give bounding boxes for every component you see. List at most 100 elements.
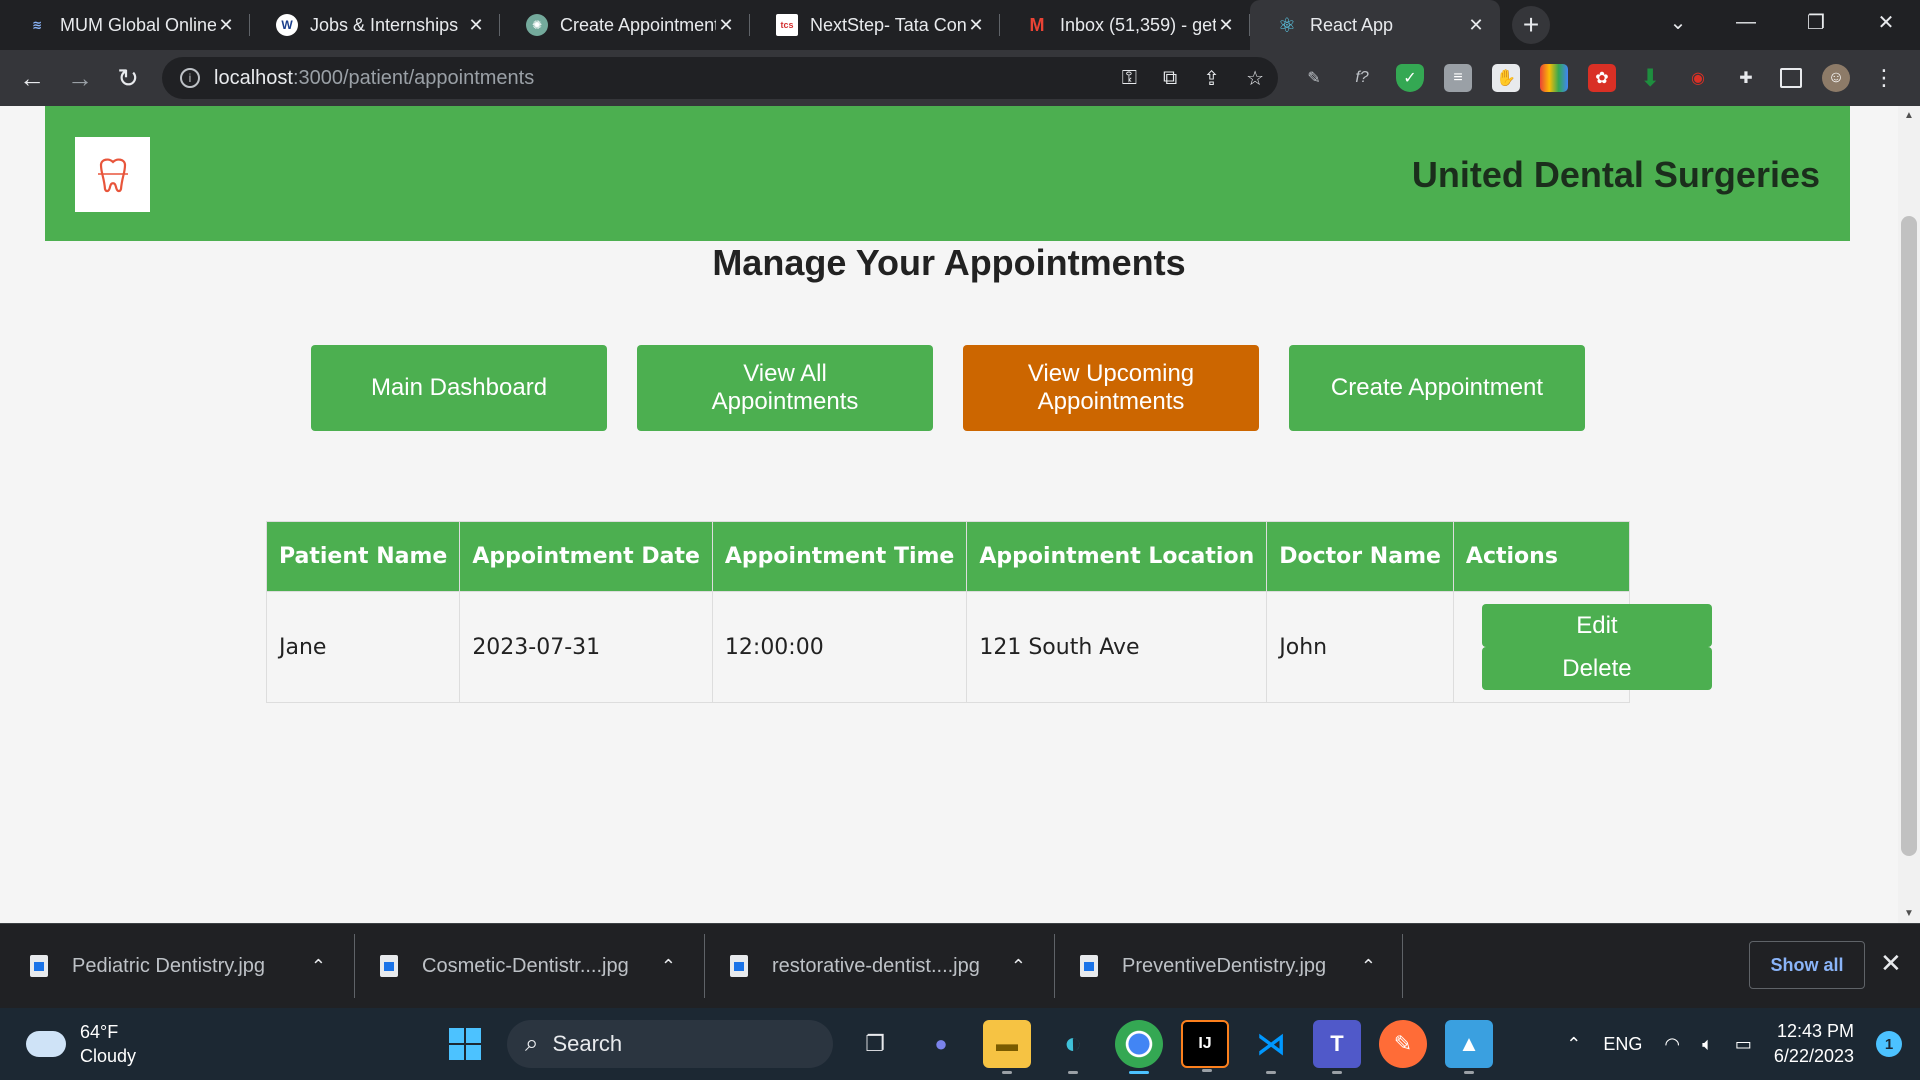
close-shelf-icon[interactable]: ✕	[1880, 948, 1902, 979]
photos-icon[interactable]: ▲	[1445, 1020, 1493, 1074]
address-bar[interactable]: i localhost:3000/patient/appointments ⚿ …	[162, 57, 1278, 99]
task-view-icon[interactable]: ❐	[851, 1020, 899, 1068]
download-item[interactable]: PreventiveDentistry.jpg ⌃	[1050, 932, 1400, 1000]
key-icon[interactable]: ⚿	[1122, 67, 1137, 90]
close-icon[interactable]: ✕	[966, 15, 986, 36]
column-header-appointment-time: Appointment Time	[711, 521, 968, 592]
download-extension-icon[interactable]: ⬇	[1636, 64, 1664, 92]
download-item[interactable]: Cosmetic-Dentistr....jpg ⌃	[350, 932, 700, 1000]
chrome-icon[interactable]	[1115, 1020, 1163, 1074]
share-icon[interactable]: ⇪	[1203, 66, 1220, 91]
edit-button[interactable]: Edit	[1481, 604, 1712, 647]
cell-patient-name: Jane	[265, 591, 461, 703]
side-panel-icon[interactable]	[1780, 68, 1802, 88]
puzzle-extensions-icon[interactable]: ✚	[1732, 64, 1760, 92]
scroll-up-arrow-icon[interactable]: ▲	[1898, 110, 1920, 121]
browser-tab-react-app[interactable]: ⚛ React App ✕	[1250, 0, 1500, 50]
intellij-icon[interactable]: IJ	[1181, 1020, 1229, 1072]
wifi-icon[interactable]: ◠	[1664, 1034, 1680, 1055]
open-external-icon[interactable]: ⧉	[1163, 67, 1177, 90]
notification-badge[interactable]: 1	[1876, 1031, 1902, 1057]
site-logo[interactable]	[75, 137, 150, 212]
tab-title: React App	[1310, 14, 1394, 35]
back-arrow-icon[interactable]: ←	[8, 54, 56, 102]
teams-icon[interactable]: T	[1313, 1020, 1361, 1074]
tab-search-chevron-icon[interactable]: ⌄	[1644, 0, 1712, 44]
scroll-down-arrow-icon[interactable]: ▼	[1898, 908, 1920, 919]
profile-avatar[interactable]: ☺	[1822, 64, 1850, 92]
color-grid-extension-icon[interactable]	[1540, 64, 1568, 92]
clock-date: 6/22/2023	[1773, 1046, 1854, 1066]
close-icon[interactable]: ✕	[716, 15, 736, 36]
download-filename: PreventiveDentistry.jpg	[1122, 954, 1327, 977]
chevron-up-icon[interactable]: ⌃	[311, 956, 326, 977]
scrollbar-thumb[interactable]	[1901, 216, 1917, 856]
minimize-icon[interactable]: —	[1712, 0, 1780, 44]
view-all-appointments-button[interactable]: View All Appointments	[637, 345, 933, 431]
close-icon[interactable]: ✕	[216, 15, 236, 36]
forward-arrow-icon[interactable]: →	[56, 54, 104, 102]
windows-start-icon[interactable]	[441, 1020, 489, 1068]
url-path: :3000/patient/appointments	[292, 66, 535, 89]
weather-widget[interactable]: 64°F Cloudy	[26, 1020, 136, 1068]
edge-icon[interactable]: ◐	[1049, 1020, 1097, 1074]
close-icon[interactable]: ✕	[1216, 15, 1236, 36]
reload-icon[interactable]: ↻	[104, 54, 152, 102]
record-extension-icon[interactable]: ◉	[1684, 64, 1712, 92]
browser-tab-nextstep[interactable]: tcs NextStep- Tata Con ✕	[750, 0, 1000, 50]
browser-tab-gmail[interactable]: M Inbox (51,359) - get ✕	[1000, 0, 1250, 50]
paw-extension-icon[interactable]: ✿	[1588, 64, 1616, 92]
site-name: United Dental Surgeries	[1411, 154, 1820, 195]
show-all-downloads-button[interactable]: Show all	[1749, 941, 1865, 989]
chevron-up-icon[interactable]: ⌃	[661, 956, 676, 977]
show-hidden-icons-chevron-icon[interactable]: ⌃	[1566, 1034, 1581, 1055]
page-title: Manage Your Appointments	[712, 242, 1186, 283]
tab-title: Jobs & Internships	[310, 14, 459, 35]
pen-extension-icon[interactable]: ✎	[1300, 64, 1328, 92]
restore-icon[interactable]: ❐	[1782, 0, 1850, 44]
weather-condition: Cloudy	[80, 1046, 137, 1066]
browser-tab-mum[interactable]: ≋ MUM Global Online ✕	[0, 0, 250, 50]
browser-tab-jobs[interactable]: W Jobs & Internships ✕	[250, 0, 500, 50]
formula-extension-icon[interactable]: f?	[1348, 64, 1376, 92]
taskbar-search[interactable]: ⌕ Search	[507, 1020, 833, 1068]
browser-tab-create-appointment[interactable]: ✺ Create Appointment ✕	[500, 0, 750, 50]
image-file-icon	[380, 955, 398, 977]
page-scrollbar[interactable]: ▲ ▼	[1898, 106, 1920, 923]
clock[interactable]: 12:43 PM 6/22/2023	[1774, 1019, 1854, 1069]
main-dashboard-button[interactable]: Main Dashboard	[311, 345, 607, 431]
chevron-up-icon[interactable]: ⌃	[1011, 956, 1026, 977]
taskbar-apps: ⌕ Search ❐ ● ▬ ◐ IJ ⋊ T ✎ ▲	[441, 1020, 1493, 1074]
shield-extension-icon[interactable]: ✓	[1396, 64, 1424, 92]
chevron-up-icon[interactable]: ⌃	[1361, 956, 1376, 977]
language-indicator[interactable]: ENG	[1603, 1034, 1642, 1055]
cell-doctor-name: John	[1266, 591, 1454, 703]
file-explorer-icon[interactable]: ▬	[983, 1020, 1031, 1074]
notes-extension-icon[interactable]: ≡	[1444, 64, 1472, 92]
create-appointment-button[interactable]: Create Appointment	[1289, 345, 1585, 431]
browser-toolbar: ← → ↻ i localhost:3000/patient/appointme…	[0, 50, 1920, 106]
volume-icon[interactable]: 🔈︎	[1702, 1034, 1713, 1055]
hand-extension-icon[interactable]: ✋	[1492, 64, 1520, 92]
tooth-logo-icon	[97, 158, 128, 192]
chat-icon[interactable]: ●	[917, 1020, 965, 1068]
close-icon[interactable]: ✕	[1466, 15, 1486, 36]
close-icon[interactable]: ✕	[466, 15, 486, 36]
download-filename: Cosmetic-Dentistr....jpg	[422, 954, 629, 977]
postman-icon[interactable]: ✎	[1379, 1020, 1427, 1068]
view-upcoming-appointments-button[interactable]: View Upcoming Appointments	[963, 345, 1259, 431]
download-item[interactable]: restorative-dentist....jpg ⌃	[700, 932, 1050, 1000]
site-info-icon[interactable]: i	[180, 68, 200, 88]
system-tray: ⌃ ENG ◠ 🔈︎ ▭ 12:43 PM 6/22/2023 1	[1566, 1008, 1902, 1080]
search-icon: ⌕	[525, 1030, 539, 1057]
download-item[interactable]: Pediatric Dentistry.jpg ⌃	[0, 932, 350, 1000]
bookmark-star-icon[interactable]: ☆	[1246, 66, 1264, 91]
window-close-icon[interactable]: ✕	[1852, 0, 1920, 44]
battery-icon[interactable]: ▭	[1735, 1034, 1752, 1055]
delete-button[interactable]: Delete	[1481, 647, 1712, 690]
new-tab-button[interactable]: +	[1512, 6, 1550, 44]
more-menu-icon[interactable]: ⋮	[1870, 64, 1898, 92]
column-header-doctor-name: Doctor Name	[1266, 521, 1454, 592]
cell-actions: Edit Delete	[1452, 591, 1712, 703]
vscode-icon[interactable]: ⋊	[1247, 1020, 1295, 1074]
